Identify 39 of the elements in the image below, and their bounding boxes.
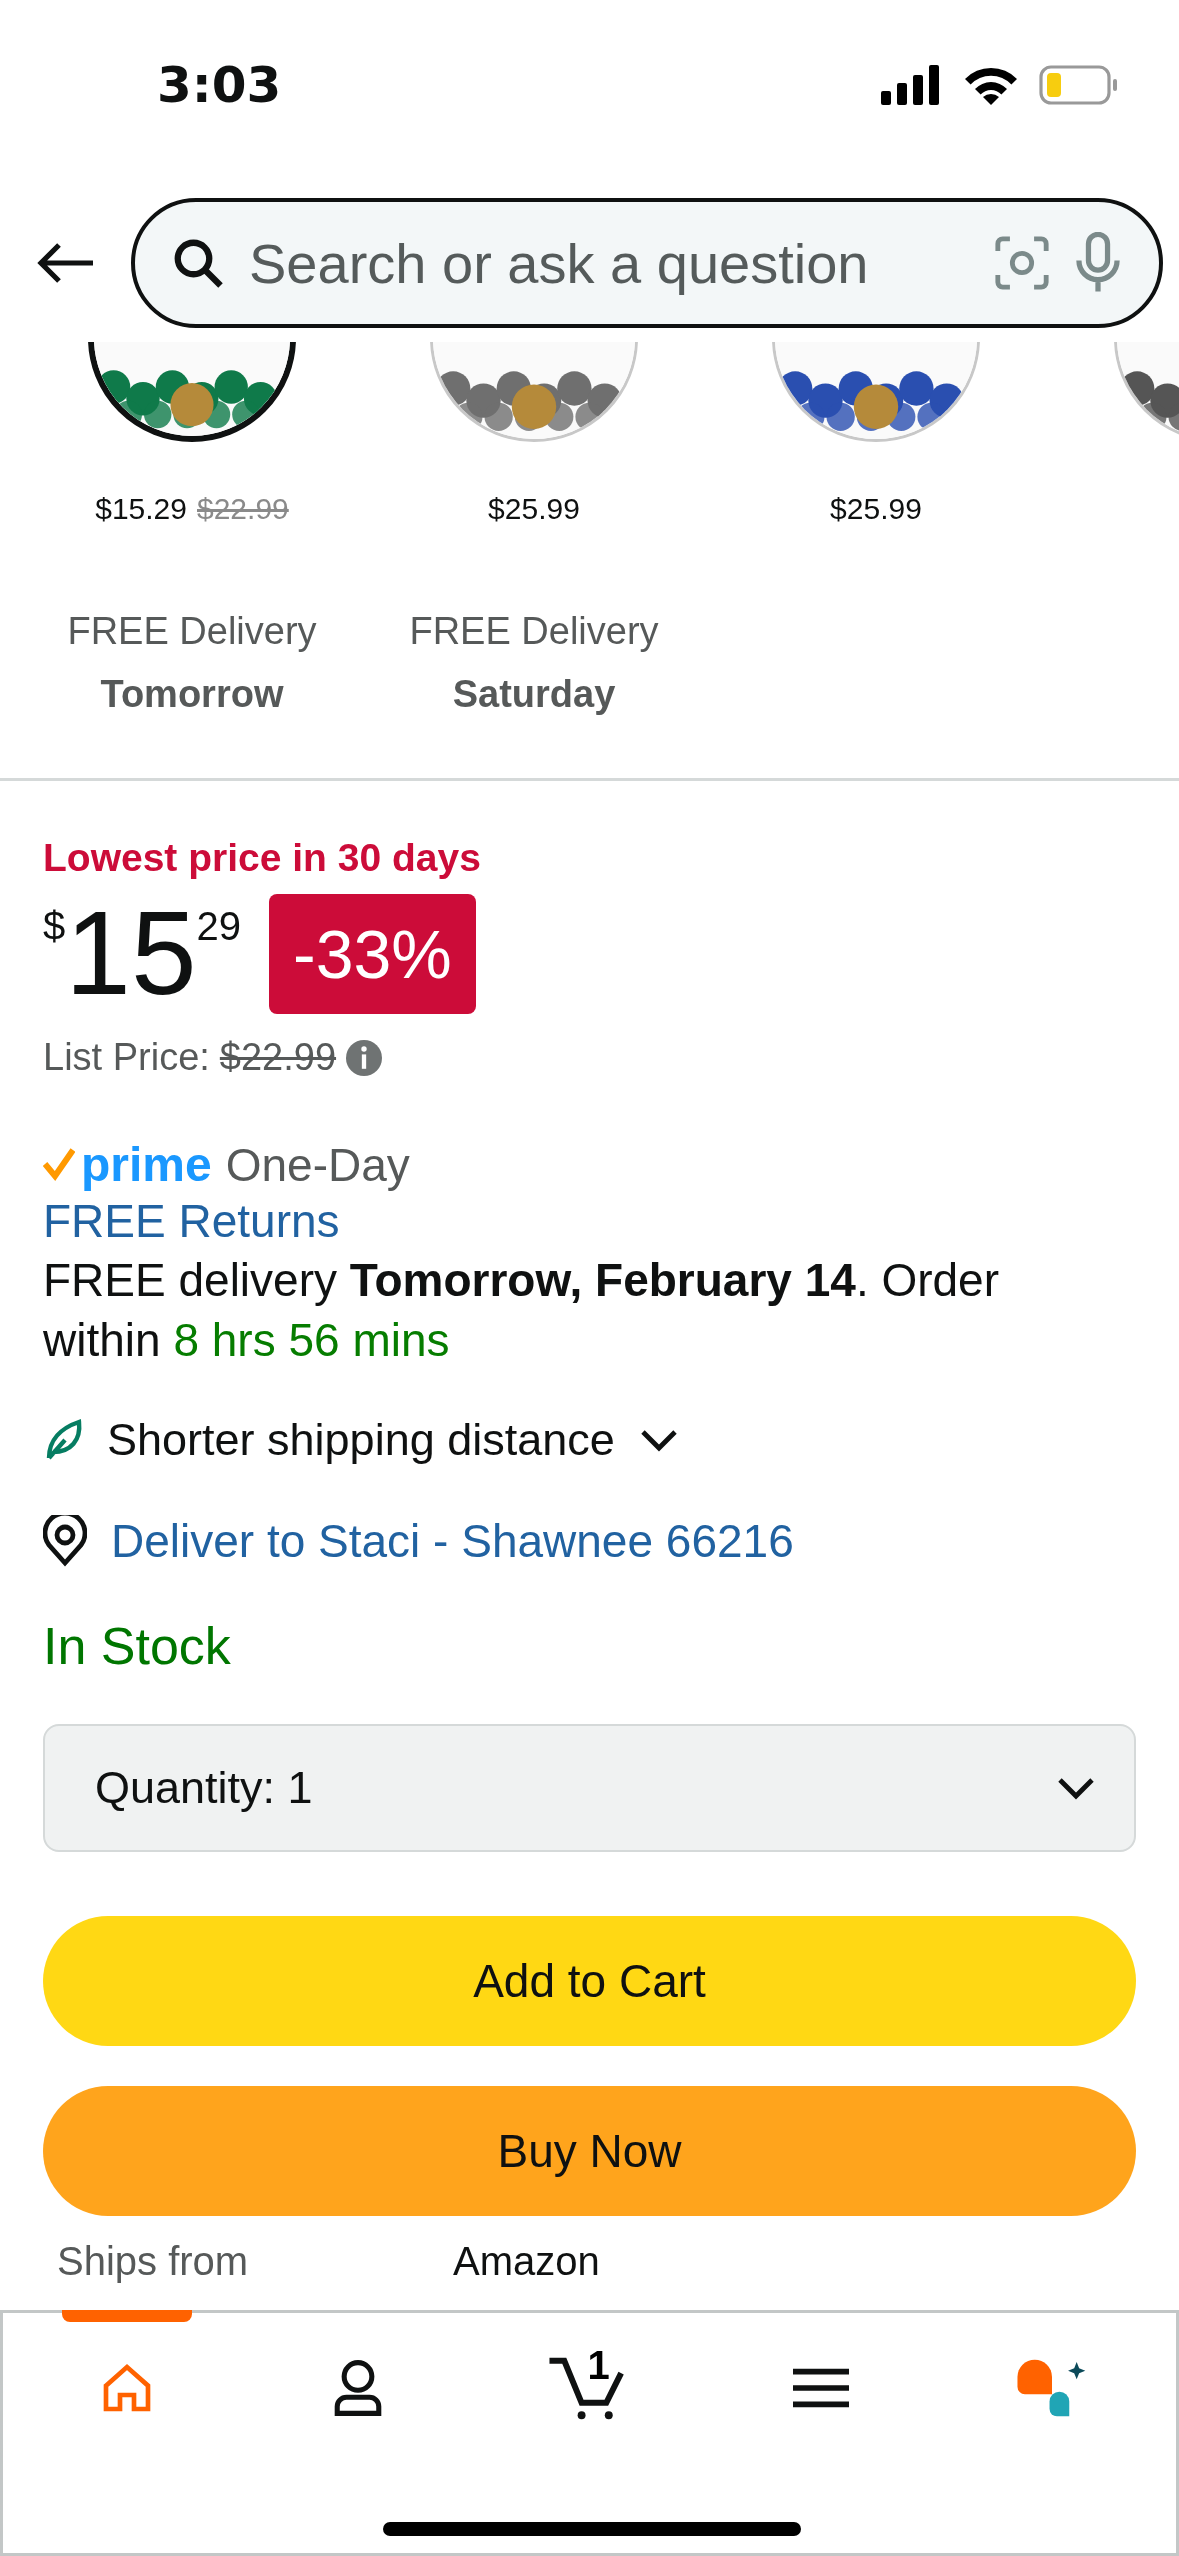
price-text: $25.99 [488, 492, 580, 526]
deliver-to-link[interactable]: Deliver to Staci - Shawnee 66216 [111, 1514, 794, 1568]
info-icon[interactable] [346, 1039, 383, 1076]
location-pin-icon [43, 1515, 87, 1567]
quantity-select[interactable]: Quantity: 1 [43, 1724, 1136, 1852]
delivery-label: FREE Delivery [67, 610, 317, 653]
old-price-text: $22.99 [197, 492, 289, 526]
prime-logo: prime [81, 1137, 212, 1192]
check-icon [43, 1147, 75, 1182]
delivery-day: Tomorrow [100, 673, 284, 716]
camera-button[interactable] [993, 234, 1051, 292]
detail-value: Amazon [453, 2238, 600, 2284]
delivery-day: Saturday [452, 673, 616, 716]
buy-now-button[interactable]: Buy Now [43, 2086, 1136, 2216]
detail-label: Ships from [57, 2238, 250, 2284]
chevron-down-icon [1056, 1775, 1096, 1801]
chevron-down-icon [638, 1427, 679, 1453]
returns-link[interactable]: FREE Returns [43, 1195, 340, 1247]
price-text: $15.29 [95, 492, 187, 526]
deal-note: Lowest price in 30 days [43, 836, 482, 880]
status-time: 3:03 [157, 56, 282, 114]
battery-icon [1039, 65, 1119, 105]
stock-status: In Stock [43, 1616, 232, 1676]
list-price-label: List Price: [43, 1036, 210, 1079]
wifi-icon [963, 65, 1019, 105]
cart-count: 1 [587, 2343, 610, 2388]
add-to-cart-button[interactable]: Add to Cart [43, 1916, 1136, 2046]
back-button[interactable] [35, 241, 95, 285]
shipping-note: Shorter shipping distance [107, 1414, 615, 1466]
microphone-button[interactable] [1073, 232, 1123, 294]
price-text: $25.99 [830, 492, 922, 526]
cart-tab[interactable]: 1 [473, 2313, 706, 2463]
delivery-speed-text: One-Day [225, 1137, 410, 1192]
search-bar[interactable]: Search or ask a question [131, 198, 1163, 328]
discount-badge: -33% [269, 894, 476, 1014]
delivery-message: FREE delivery Tomorrow, February 14. Order within 8 hrs 56 mins [43, 1253, 1001, 1368]
search-field[interactable]: Search or ask a question [247, 229, 971, 297]
list-price: $22.99 [219, 1036, 337, 1079]
delivery-label: FREE Delivery [409, 610, 659, 653]
